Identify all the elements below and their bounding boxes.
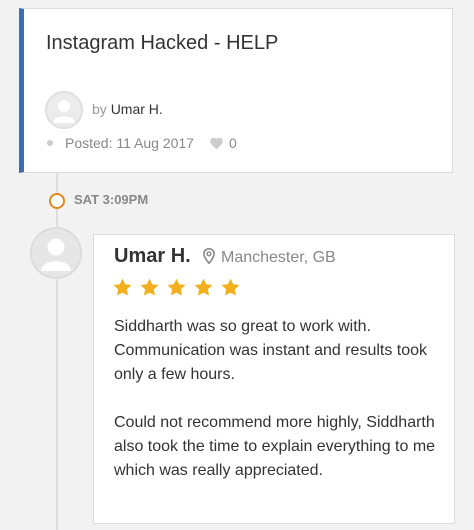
reviewer-avatar[interactable] — [30, 227, 82, 279]
location-text: Manchester, GB — [221, 249, 336, 266]
user-placeholder-icon — [41, 238, 71, 271]
posted-date: Posted: 11 Aug 2017 — [65, 135, 194, 151]
star-icon — [140, 278, 159, 296]
reviewer-location: Manchester, GB — [203, 248, 336, 267]
review-card: Umar H. Manchester, GB Siddharth was so … — [93, 234, 455, 524]
review-body: Siddharth was so great to work with. Com… — [114, 315, 439, 507]
star-icon — [167, 278, 186, 296]
reviewer-name[interactable]: Umar H. — [114, 245, 191, 268]
review-paragraph: Could not recommend more highly, Siddhar… — [114, 414, 436, 479]
heart-icon — [210, 137, 223, 150]
timeline-time: SAT 3:09PM — [74, 192, 149, 207]
like-count: 0 — [229, 135, 237, 151]
star-rating — [112, 277, 247, 299]
post-title[interactable]: Instagram Hacked - HELP — [46, 32, 278, 55]
star-icon — [194, 278, 213, 296]
timeline-node — [49, 193, 65, 209]
meta-dot — [47, 140, 53, 146]
star-icon — [113, 278, 132, 296]
star-icon — [221, 278, 240, 296]
author-link[interactable]: Umar H. — [111, 101, 163, 117]
like-button[interactable]: 0 — [209, 135, 237, 151]
user-placeholder-icon — [53, 100, 75, 123]
byline-prefix: by — [92, 101, 107, 117]
author-avatar[interactable] — [45, 91, 83, 129]
map-pin-icon — [203, 248, 215, 264]
review-paragraph: Siddharth was so great to work with. Com… — [114, 318, 428, 383]
byline: by Umar H. — [92, 101, 163, 117]
post-header-card: Instagram Hacked - HELP by Umar H. Poste… — [19, 8, 453, 173]
